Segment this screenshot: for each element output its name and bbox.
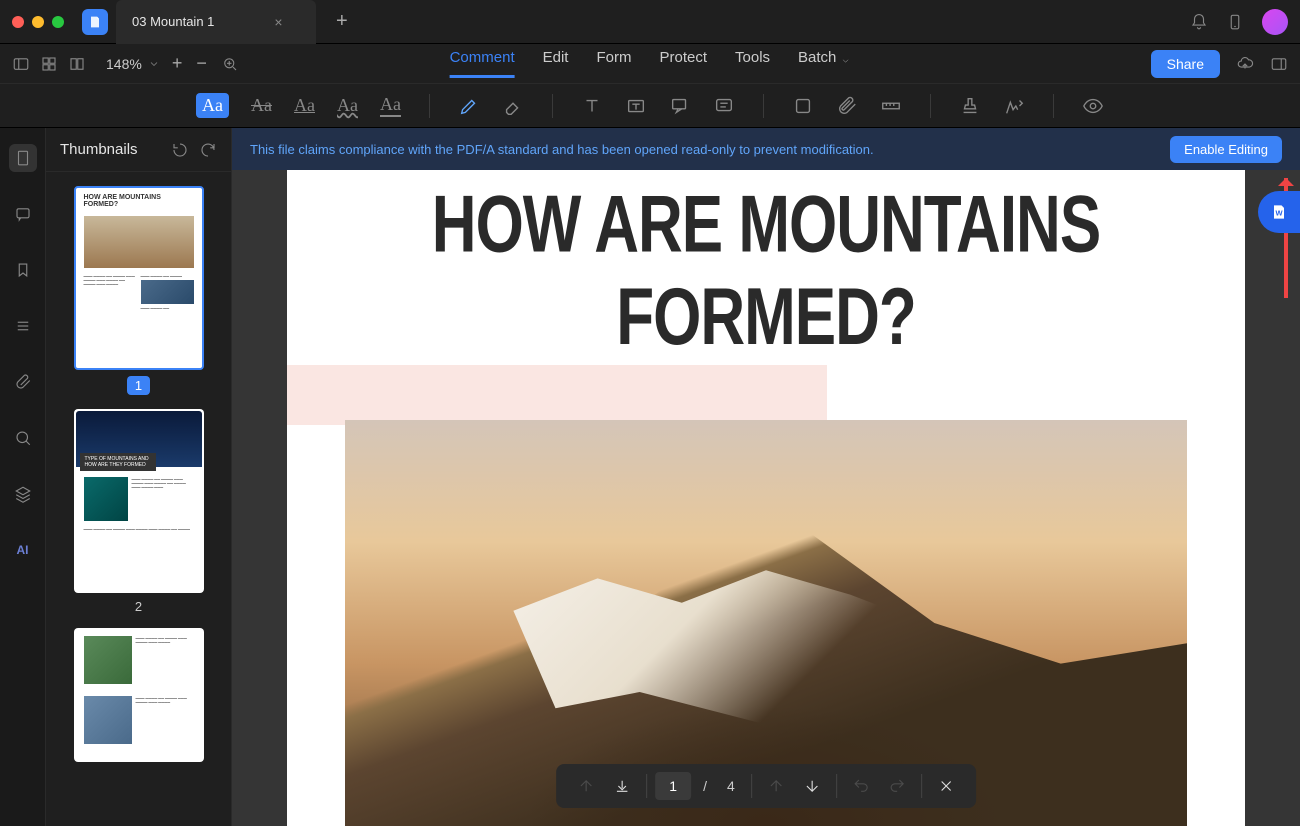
page-sep: / xyxy=(695,778,715,794)
ai-tab-icon[interactable]: AI xyxy=(9,536,37,564)
callout-icon[interactable] xyxy=(669,95,691,117)
close-window-icon[interactable] xyxy=(12,16,24,28)
stamp-icon[interactable] xyxy=(959,95,981,117)
page-navigation: / 4 xyxy=(556,764,976,808)
text-box-icon[interactable] xyxy=(625,95,647,117)
thumbnails-tab-icon[interactable] xyxy=(9,144,37,172)
squiggly-tool[interactable]: Aa xyxy=(337,95,358,116)
maximize-window-icon[interactable] xyxy=(52,16,64,28)
new-tab-button[interactable]: + xyxy=(336,10,348,33)
eye-icon[interactable] xyxy=(1082,95,1104,117)
close-tab-icon[interactable]: × xyxy=(274,14,282,30)
eraser-icon[interactable] xyxy=(502,95,524,117)
redo-button[interactable] xyxy=(881,770,913,802)
menu-batch[interactable]: Batch xyxy=(798,49,850,78)
main-menu: Comment Edit Form Protect Tools Batch xyxy=(450,49,851,78)
attachment-icon[interactable] xyxy=(836,95,858,117)
menu-tools[interactable]: Tools xyxy=(735,49,770,78)
export-word-button[interactable]: W xyxy=(1258,191,1300,233)
zoom-in-button[interactable]: + xyxy=(172,53,183,74)
window-controls xyxy=(12,16,64,28)
titlebar: 03 Mountain 1 × + xyxy=(0,0,1300,44)
pdfa-notice: This file claims compliance with the PDF… xyxy=(232,128,1300,170)
zoom-value: 148% xyxy=(106,56,142,72)
zoom-out-button[interactable]: − xyxy=(196,53,207,74)
fit-page-icon[interactable] xyxy=(221,55,239,73)
notice-text: This file claims compliance with the PDF… xyxy=(250,142,874,157)
highlighter-icon[interactable] xyxy=(458,95,480,117)
enable-editing-button[interactable]: Enable Editing xyxy=(1170,136,1282,163)
app-logo-icon xyxy=(82,9,108,35)
menu-comment[interactable]: Comment xyxy=(450,49,515,78)
share-button[interactable]: Share xyxy=(1151,50,1220,78)
shape-icon[interactable] xyxy=(792,95,814,117)
divider xyxy=(1053,94,1054,118)
document-viewer: This file claims compliance with the PDF… xyxy=(232,128,1300,826)
grid-view-icon[interactable] xyxy=(40,55,58,73)
divider xyxy=(552,94,553,118)
panel-left-icon[interactable] xyxy=(12,55,30,73)
strikethrough-tool[interactable]: Aa xyxy=(251,95,272,116)
close-nav-button[interactable] xyxy=(930,770,962,802)
signature-icon[interactable] xyxy=(1003,95,1025,117)
caret-tool[interactable]: Aa xyxy=(380,94,401,117)
zoom-dropdown[interactable]: 148% xyxy=(106,56,160,72)
rotate-left-icon[interactable] xyxy=(171,141,189,159)
thumb-title: TYPE OF MOUNTAINS AND HOW ARE THEY FORME… xyxy=(80,453,156,471)
prev-page-button[interactable] xyxy=(760,770,792,802)
underline-tool[interactable]: Aa xyxy=(294,95,315,116)
rotate-right-icon[interactable] xyxy=(199,141,217,159)
minimize-window-icon[interactable] xyxy=(32,16,44,28)
thumb-title: HOW ARE MOUNTAINS FORMED? xyxy=(76,188,202,214)
menu-edit[interactable]: Edit xyxy=(543,49,569,78)
page-number-input[interactable] xyxy=(655,772,691,800)
mobile-icon[interactable] xyxy=(1226,13,1244,31)
thumb-number: 2 xyxy=(135,599,142,614)
bookmarks-tab-icon[interactable] xyxy=(9,256,37,284)
thumbnails-title: Thumbnails xyxy=(60,141,161,158)
document-page[interactable]: HOW ARE MOUNTAINS FORMED? xyxy=(287,170,1245,826)
comment-toolbar: Aa Aa Aa Aa Aa xyxy=(0,84,1300,128)
svg-text:W: W xyxy=(1275,208,1283,217)
main-toolbar: 148% + − Comment Edit Form Protect Tools… xyxy=(0,44,1300,84)
panel-right-icon[interactable] xyxy=(1270,55,1288,73)
thumbnails-panel: Thumbnails HOW ARE MOUNTAINS FORMED? ▬▬▬… xyxy=(46,128,232,826)
note-icon[interactable] xyxy=(713,95,735,117)
tab-title: 03 Mountain 1 xyxy=(132,14,214,29)
text-tool-icon[interactable] xyxy=(581,95,603,117)
menu-form[interactable]: Form xyxy=(596,49,631,78)
first-page-button[interactable] xyxy=(570,770,602,802)
thumbnail-page-3[interactable]: ▬▬▬ ▬▬▬▬ ▬▬ ▬▬▬▬ ▬▬▬ ▬▬▬▬ ▬▬▬ ▬▬▬▬ ▬▬▬ ▬… xyxy=(74,628,204,762)
download-button[interactable] xyxy=(606,770,638,802)
cloud-upload-icon[interactable] xyxy=(1236,55,1254,73)
columns-view-icon[interactable] xyxy=(68,55,86,73)
search-tab-icon[interactable] xyxy=(9,424,37,452)
page-heading: HOW ARE MOUNTAINS FORMED? xyxy=(287,179,1245,364)
divider xyxy=(930,94,931,118)
divider xyxy=(429,94,430,118)
user-avatar[interactable] xyxy=(1262,9,1288,35)
divider xyxy=(763,94,764,118)
layers-tab-icon[interactable] xyxy=(9,480,37,508)
page-total: 4 xyxy=(719,778,743,794)
list-tab-icon[interactable] xyxy=(9,312,37,340)
next-page-button[interactable] xyxy=(796,770,828,802)
menu-protect[interactable]: Protect xyxy=(659,49,707,78)
comments-tab-icon[interactable] xyxy=(9,200,37,228)
thumb-number: 1 xyxy=(127,376,150,395)
thumbnail-page-1[interactable]: HOW ARE MOUNTAINS FORMED? ▬▬▬ ▬▬▬▬ ▬▬ ▬▬… xyxy=(74,186,204,370)
left-sidebar: AI xyxy=(0,128,46,826)
undo-button[interactable] xyxy=(845,770,877,802)
highlight-tool[interactable]: Aa xyxy=(196,93,229,118)
document-tab[interactable]: 03 Mountain 1 × xyxy=(116,0,316,44)
thumbnail-page-2[interactable]: TYPE OF MOUNTAINS AND HOW ARE THEY FORME… xyxy=(74,409,204,593)
bell-icon[interactable] xyxy=(1190,13,1208,31)
decorative-block xyxy=(287,365,827,425)
attachments-tab-icon[interactable] xyxy=(9,368,37,396)
ruler-icon[interactable] xyxy=(880,95,902,117)
